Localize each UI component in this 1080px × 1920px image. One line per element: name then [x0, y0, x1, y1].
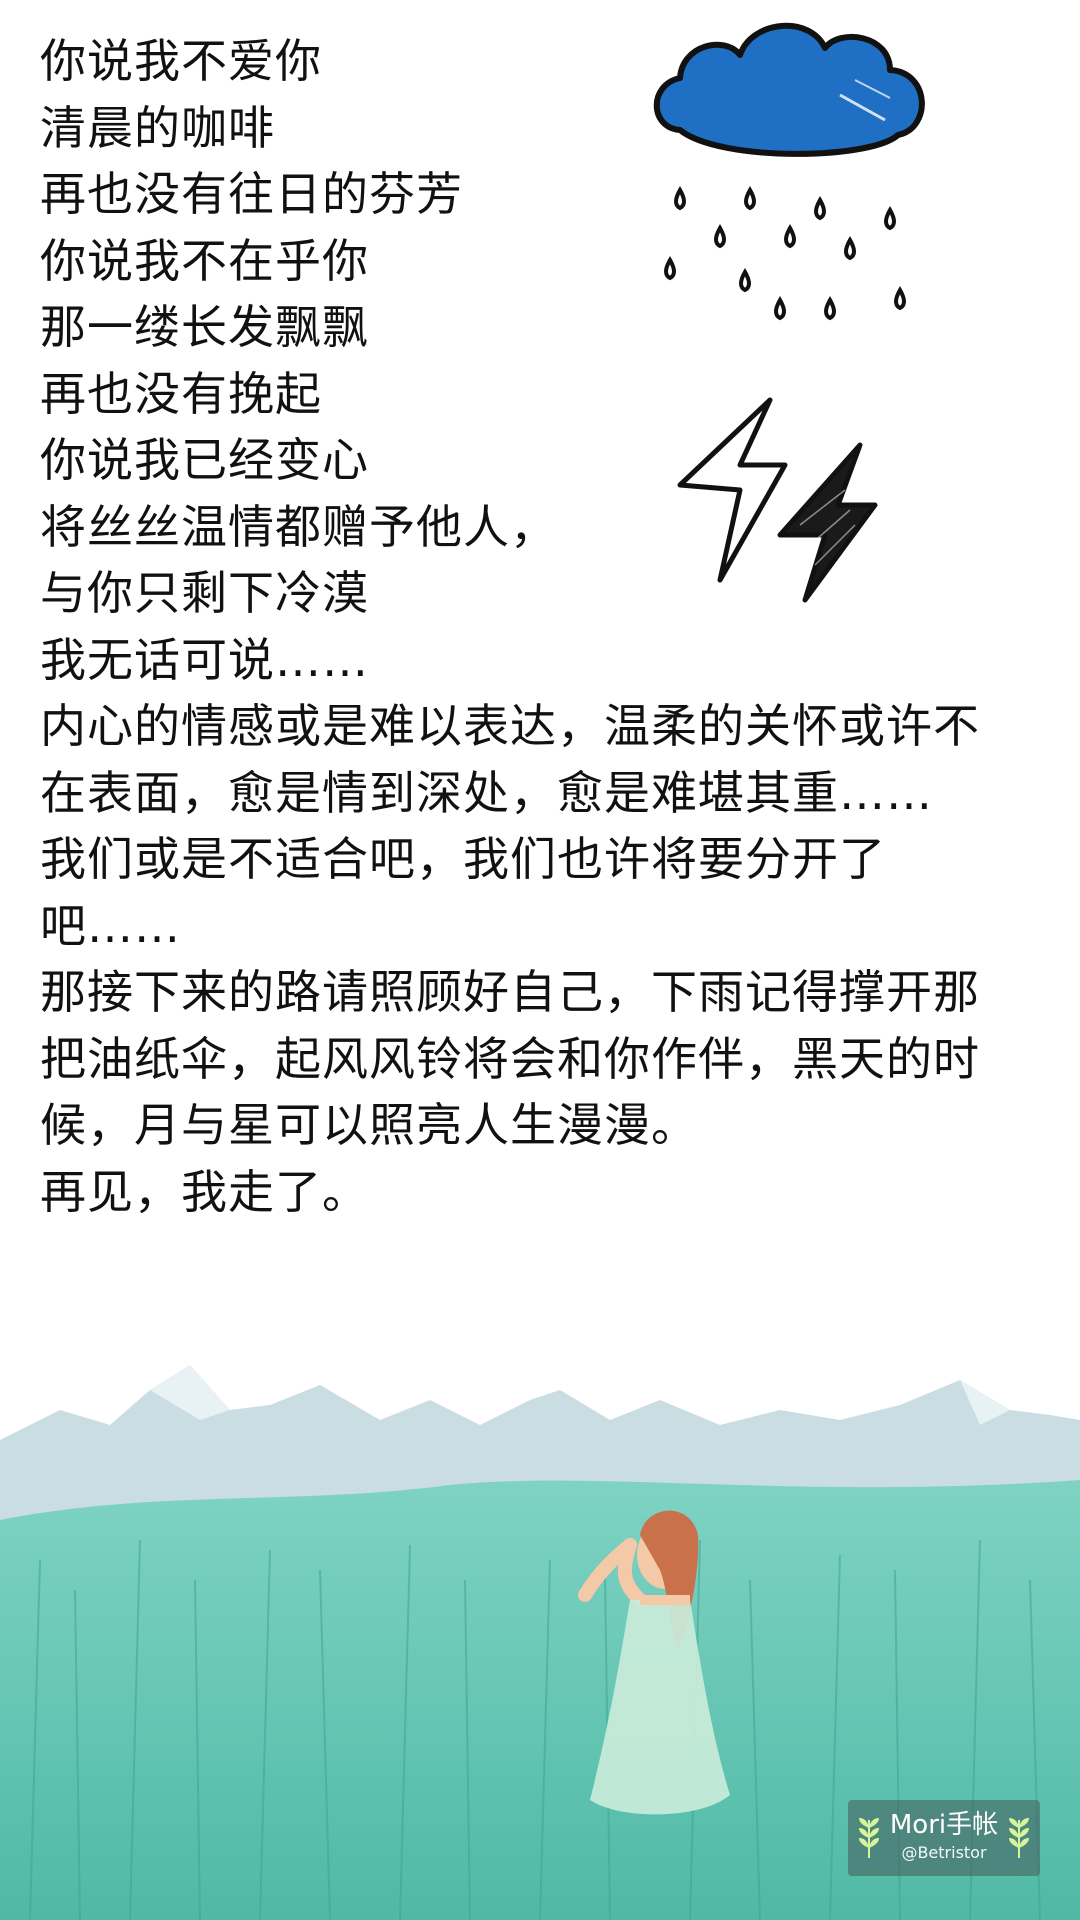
- poem-line: 我们或是不适合吧，我们也许将要分开了: [40, 832, 886, 886]
- lightning-bolt-icon: [677, 397, 878, 603]
- leaf-icon: [1009, 1818, 1029, 1858]
- poem-line: 在表面，愈是情到深处，愈是难堪其重……: [40, 765, 933, 820]
- rain-cloud-icon: [653, 22, 925, 321]
- poem-line: 再见，我走了。: [40, 1164, 369, 1219]
- poem-line: 吧……: [40, 898, 181, 953]
- poem-line: 我无话可说……: [40, 632, 369, 687]
- poem-line: 候，月与星可以照亮人生漫漫。: [40, 1098, 698, 1152]
- poem-line: 内心的情感或是难以表达，温柔的关怀或许不: [40, 699, 980, 753]
- poem-line: 那接下来的路请照顾好自己，下雨记得撑开那: [40, 965, 980, 1019]
- watermark-badge: Mori手帐 @Betristor: [848, 1800, 1040, 1876]
- poem-line: 把油纸伞，起风风铃将会和你作伴，黑天的时: [40, 1031, 980, 1086]
